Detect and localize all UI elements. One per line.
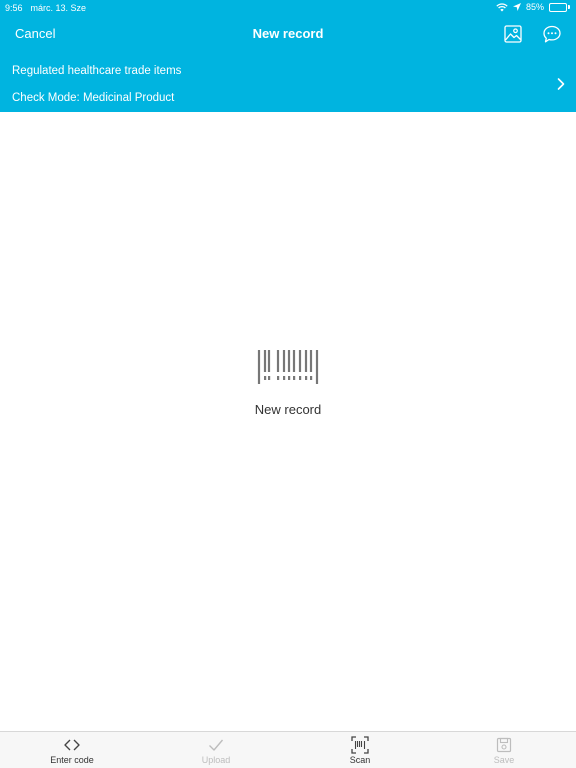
trade-items-label: Regulated healthcare trade items xyxy=(12,65,182,77)
chevron-right-icon xyxy=(557,78,565,90)
check-mode-selector[interactable]: Regulated healthcare trade items Check M… xyxy=(0,58,576,112)
bottom-tab-bar: Enter code Upload Scan Save xyxy=(0,731,576,768)
wifi-icon xyxy=(496,2,508,11)
tab-scan-label: Scan xyxy=(349,755,371,765)
tab-upload[interactable]: Upload xyxy=(144,732,288,768)
nav-bar: Cancel New record xyxy=(0,18,576,50)
tab-enter-code-label: Enter code xyxy=(50,755,94,765)
check-mode-label: Check Mode: Medicinal Product xyxy=(12,92,175,104)
tab-enter-code[interactable]: Enter code xyxy=(0,732,144,768)
checkmark-icon xyxy=(209,739,224,751)
tab-upload-label: Upload xyxy=(201,755,231,765)
barcode-scan-icon xyxy=(351,736,369,754)
battery-percent: 85% xyxy=(525,2,544,12)
barcode-icon xyxy=(257,350,319,384)
tab-scan[interactable]: Scan xyxy=(288,732,432,768)
status-date: márc. 13. Sze xyxy=(30,3,87,13)
tab-save-label: Save xyxy=(493,755,515,765)
header-area: 9:56 márc. 13. Sze 85% Cancel New record xyxy=(0,0,576,112)
battery-icon xyxy=(549,2,570,12)
location-arrow-icon xyxy=(512,3,521,11)
empty-state: New record xyxy=(0,340,576,417)
status-time: 9:56 xyxy=(5,3,23,13)
status-bar: 9:56 márc. 13. Sze 85% xyxy=(0,0,576,16)
tab-save[interactable]: Save xyxy=(432,732,576,768)
save-icon xyxy=(496,737,512,753)
code-brackets-icon xyxy=(64,739,80,751)
chat-bubble-icon[interactable] xyxy=(541,23,563,45)
gallery-icon[interactable] xyxy=(502,23,524,45)
page-title: New record xyxy=(252,26,324,41)
empty-state-label: New record xyxy=(254,402,322,417)
